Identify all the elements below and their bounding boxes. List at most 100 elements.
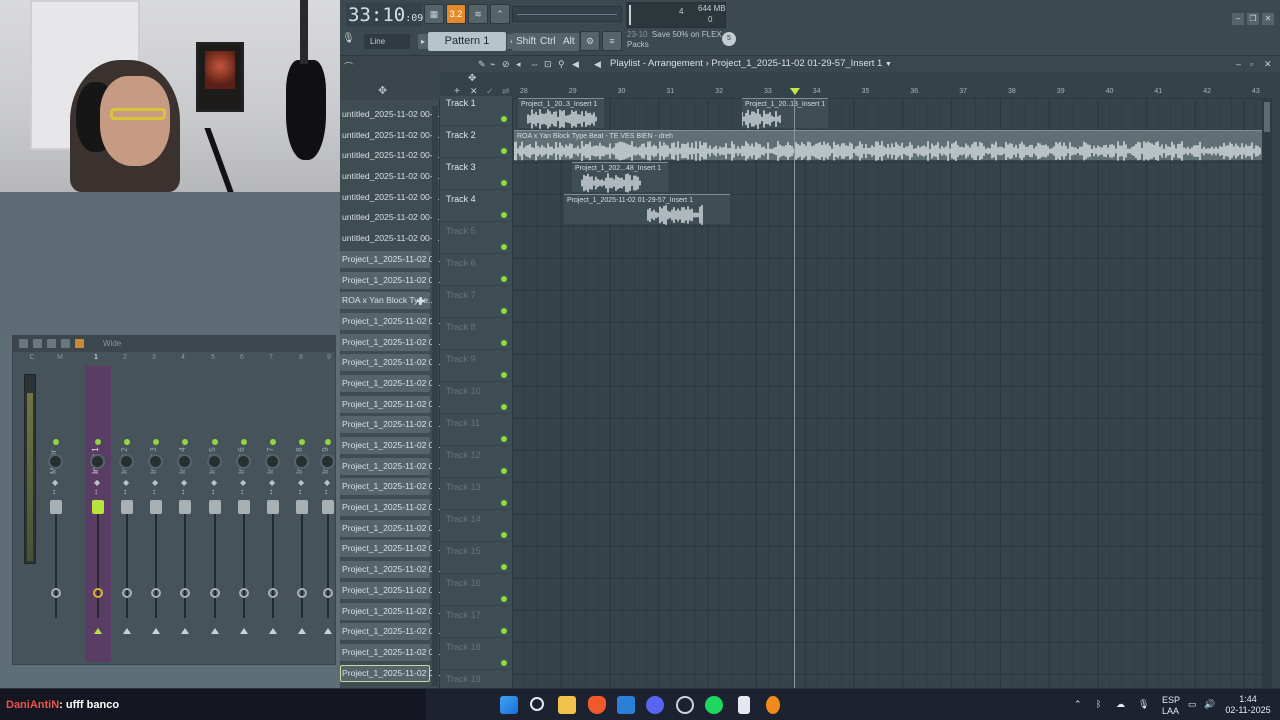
volume-fader[interactable] [121, 500, 133, 514]
breadcrumb-pattern[interactable]: Project_1_2025-11-02 01-29-57_Insert 1 [711, 58, 882, 69]
pan-knob[interactable] [265, 454, 280, 469]
route-knob[interactable] [210, 588, 220, 598]
track-header[interactable]: Track 10 [440, 382, 512, 414]
track-enable-led[interactable] [501, 564, 507, 570]
route-knob[interactable] [180, 588, 190, 598]
slip-icon[interactable]: ⇔ [530, 59, 540, 69]
wait-record-icon[interactable]: ≋ [468, 4, 488, 24]
arrow-left-icon[interactable]: ◀ [594, 59, 604, 69]
volume-fader[interactable] [50, 500, 62, 514]
zoom-move-icon[interactable]: ✥ [468, 73, 476, 84]
arrow-icon[interactable] [19, 339, 28, 348]
route-arrow-icon[interactable] [324, 628, 332, 634]
pan-knob[interactable] [90, 454, 105, 469]
track-header[interactable]: Track 1 [440, 94, 512, 126]
browser-item[interactable]: Project_1_2025-11-02 0... [340, 601, 440, 622]
network-icon[interactable]: ☁ [1116, 699, 1125, 710]
volume-fader[interactable] [209, 500, 221, 514]
browser-item[interactable]: Project_1_2025-11-02 0... [340, 249, 440, 270]
track-enable-led[interactable] [501, 500, 507, 506]
mixer-strip-insert-7[interactable]: Insert 7 ◆↕ [260, 366, 286, 662]
route-icon[interactable] [33, 339, 42, 348]
zoom-icon[interactable]: ⚲ [558, 59, 568, 69]
browser-item[interactable]: Project_1_2025-11-02 0... [340, 456, 440, 477]
browser-scrollbar[interactable] [432, 106, 438, 686]
track-enable-led[interactable] [501, 660, 507, 666]
browser-item[interactable]: untitled_2025-11-02 00-... [340, 228, 440, 249]
stereo-arrows-icon[interactable]: ◆ ↕ [324, 478, 332, 496]
track-header[interactable]: Track 3 [440, 158, 512, 190]
browser-item[interactable]: untitled_2025-11-02 00-... [340, 166, 440, 187]
track-header[interactable]: Track 13 [440, 478, 512, 510]
restore-icon[interactable]: ❐ [1247, 13, 1259, 25]
volume-fader[interactable] [179, 500, 191, 514]
browser-item[interactable]: Project_1_2025-11-02 0... [340, 518, 440, 539]
stereo-arrows-icon[interactable]: ◆ ↕ [181, 478, 189, 496]
add-icon[interactable]: ✚ [416, 292, 425, 311]
pan-knob[interactable] [236, 454, 251, 469]
browser-item[interactable]: Project_1_2025-11-02 0... [340, 414, 440, 435]
volume-fader[interactable] [150, 500, 162, 514]
typing-keyboard-icon[interactable]: ▦ [424, 4, 444, 24]
snap-mode-select[interactable]: Line [364, 34, 410, 49]
track-enable-led[interactable] [501, 116, 507, 122]
upload-icon[interactable] [47, 339, 56, 348]
chevron-down-icon[interactable]: ▼ [885, 61, 892, 68]
fl-studio-icon[interactable] [766, 696, 780, 714]
track-enable-led[interactable] [501, 532, 507, 538]
track-enable-led[interactable] [501, 596, 507, 602]
browser-item[interactable]: Project_1_2025-11-02 0... [340, 332, 440, 353]
browser-item[interactable]: Project_1_2025-11-02 0... [340, 559, 440, 580]
track-header[interactable]: Track 5 [440, 222, 512, 254]
audio-clip[interactable]: Project_1_2025-11-02 01-29-57_Insert 1 [564, 194, 730, 225]
browser-item[interactable]: Project_1_2025-11-02 0... [340, 270, 440, 291]
arrangement-grid[interactable]: Project_1_20..3_Insert 1 Project_1_20..13… [512, 98, 1262, 688]
track-header[interactable]: Track 12 [440, 446, 512, 478]
song-time-display[interactable]: 33:10:09 [346, 3, 423, 27]
pan-knob[interactable] [320, 454, 335, 469]
minimize-icon[interactable]: – [1236, 59, 1246, 69]
stereo-arrows-icon[interactable]: ◆ ↕ [152, 478, 160, 496]
track-enable-led[interactable] [501, 244, 507, 250]
route-arrow-icon[interactable] [240, 628, 248, 634]
track-header[interactable]: Track 8 [440, 318, 512, 350]
news-ticker[interactable]: 23-10 Save 50% on FLEX Packs [627, 30, 722, 50]
route-arrow-icon[interactable] [181, 628, 189, 634]
mixer-strip-insert-3[interactable]: Insert 3 ◆↕ [143, 366, 169, 662]
playhead-marker[interactable] [790, 88, 800, 95]
browser-item[interactable]: Project_1_2025-11-02 0... [340, 394, 440, 415]
route-knob[interactable] [93, 588, 103, 598]
track-header[interactable]: Track 11 [440, 414, 512, 446]
strip-led[interactable] [270, 439, 276, 445]
browser-item[interactable]: Project_1_2025-11-02 0... [340, 642, 440, 663]
track-header[interactable]: Track 18 [440, 638, 512, 670]
pattern-prev-button[interactable]: ▸ [418, 34, 428, 49]
breadcrumb-playlist[interactable]: Playlist - Arrangement [610, 58, 703, 69]
mixer-strip-insert-9[interactable]: Insert 9 ◆↕ [315, 366, 335, 662]
volume-fader[interactable] [238, 500, 250, 514]
track-enable-led[interactable] [501, 436, 507, 442]
track-enable-led[interactable] [501, 372, 507, 378]
list-icon[interactable]: ≡ [602, 31, 622, 51]
mixer-strip-insert-8[interactable]: Insert 8 ◆↕ [289, 366, 315, 662]
route-arrow-icon[interactable] [211, 628, 219, 634]
mixer-strip-insert-5[interactable]: Insert 5 ◆↕ [202, 366, 228, 662]
stereo-arrows-icon[interactable]: ◆ ↕ [123, 478, 131, 496]
stereo-arrows-icon[interactable]: ◆ ↕ [269, 478, 277, 496]
track-enable-led[interactable] [501, 404, 507, 410]
browser-item[interactable]: Project_1_2025-11-02 0... [340, 580, 440, 601]
route-arrow-icon[interactable] [298, 628, 306, 634]
track-header[interactable]: Track 14 [440, 510, 512, 542]
track-header[interactable]: Track 4 [440, 190, 512, 222]
volume-fader[interactable] [267, 500, 279, 514]
timeline-ruler[interactable]: 28 29 30 31 32 33 34 35 36 37 38 39 40 41 42 43 [512, 88, 1280, 98]
mixer-strip-insert-6[interactable]: Insert 6 ◆↕ [231, 366, 257, 662]
stereo-arrows-icon[interactable]: ◆ ↕ [211, 478, 219, 496]
track-enable-led[interactable] [501, 180, 507, 186]
strip-led[interactable] [182, 439, 188, 445]
track-header[interactable]: Track 16 [440, 574, 512, 606]
pan-knob[interactable] [48, 454, 63, 469]
pan-knob[interactable] [294, 454, 309, 469]
route-arrow-icon[interactable] [269, 628, 277, 634]
alt-key-button[interactable]: Alt [559, 33, 579, 51]
